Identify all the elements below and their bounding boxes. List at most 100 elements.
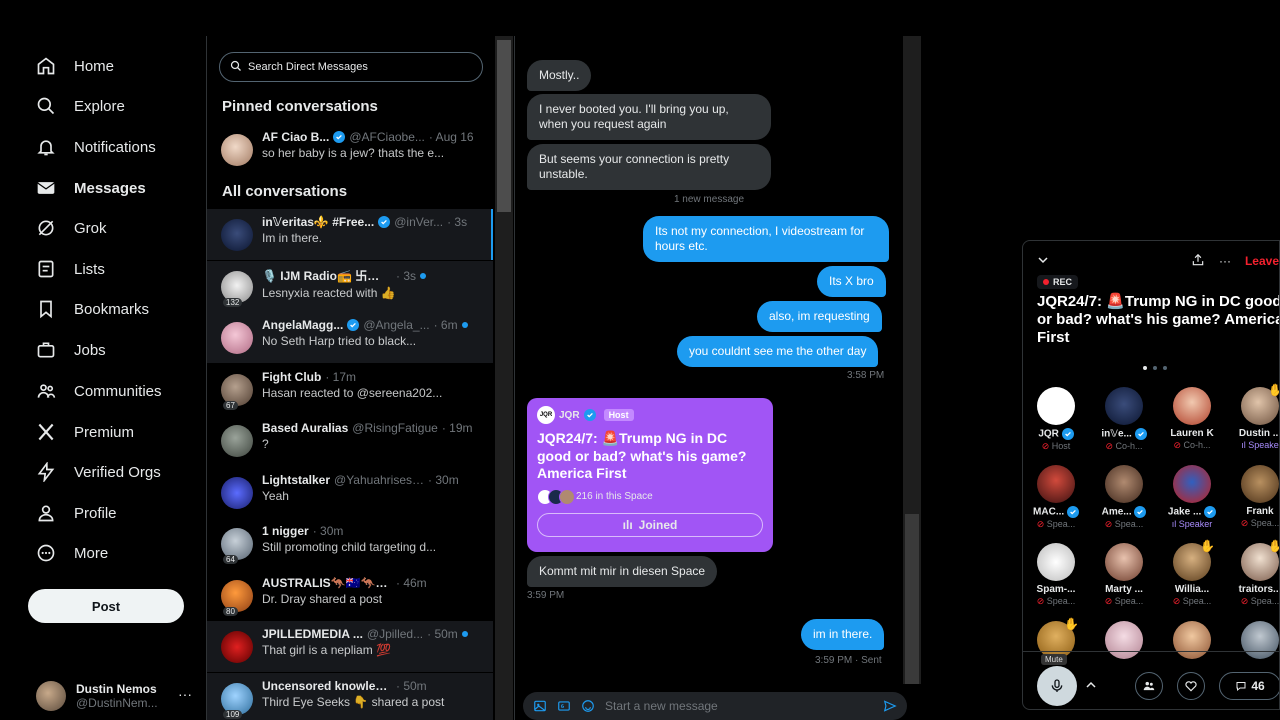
conversation-name: 🎙️ IJM Radio📻 卐☯️☦️✝️...: [262, 269, 392, 283]
avatar: [221, 631, 253, 663]
avatar: [221, 322, 253, 354]
conversation-item[interactable]: JPILLEDMEDIA ... @Jpilled... · 50m That gir…: [207, 621, 493, 672]
scrollbar[interactable]: [495, 36, 513, 720]
conversation-time: · 3s: [447, 215, 468, 229]
space-participant[interactable]: Spam-... ⊘ Spea...: [1025, 543, 1087, 607]
avatar: [1241, 465, 1279, 503]
search-input[interactable]: Search Direct Messages: [219, 52, 483, 82]
nav-messages[interactable]: Messages: [36, 173, 146, 203]
account-switcher[interactable]: Dustin Nemos @DustinNem... ···: [36, 680, 196, 712]
nav-notifications[interactable]: Notifications: [36, 132, 156, 162]
verified-icon: [1066, 506, 1079, 518]
space-participant[interactable]: in𝕍e... ⊘ Co-h...: [1093, 387, 1155, 452]
conversation-item[interactable]: in𝕍eritas⚜️ #Free... @inVer... · 3s Im in t…: [207, 209, 493, 260]
conversation-time: · 6m: [433, 318, 458, 332]
avatar: [221, 134, 253, 166]
avatar: [1037, 465, 1075, 503]
conversation-name: AngelaMagg...: [262, 318, 344, 332]
member-count-badge: 67: [223, 401, 238, 410]
nav-more[interactable]: More: [36, 538, 108, 568]
verified-icon: [1134, 506, 1147, 518]
verified-icon: [583, 409, 596, 421]
space-participant[interactable]: ✋ traitors...⊘ Spea...: [1229, 539, 1280, 607]
nav-lists[interactable]: Lists: [36, 254, 105, 284]
conversation-preview: That girl is a nepliam 💯: [262, 643, 391, 657]
nav-profile[interactable]: Profile: [36, 498, 117, 528]
microphone-button[interactable]: [1037, 666, 1077, 706]
avatar: [1105, 465, 1143, 503]
people-button[interactable]: [1135, 672, 1163, 700]
post-button[interactable]: Post: [28, 589, 184, 623]
conversation-preview: Yeah: [262, 489, 289, 503]
nav-verified-orgs[interactable]: Verified Orgs: [36, 457, 161, 487]
left-nav: Home Explore Notifications Messages Grok…: [0, 0, 206, 720]
space-participant[interactable]: Jake ... ıl Speaker: [1161, 465, 1223, 529]
member-count-badge: 109: [223, 710, 243, 719]
more-dots-icon[interactable]: ···: [1219, 254, 1231, 268]
space-participant[interactable]: Ame... ⊘ Spea...: [1093, 465, 1155, 530]
space-participant[interactable]: MAC... ⊘ Spea...: [1025, 465, 1087, 530]
participant-role: Spea...: [1250, 596, 1280, 606]
space-participant[interactable]: Lauren K ⊘ Co-h...: [1161, 387, 1223, 451]
conversation-item[interactable]: Based Auralias @RisingFatigue · 19m?: [207, 415, 493, 466]
leave-button[interactable]: Leave: [1245, 254, 1279, 268]
message-bubble: Kommt mit mir in diesen Space: [527, 556, 718, 587]
conversation-preview: No Seth Harp tried to black...: [262, 334, 417, 348]
space-participant[interactable]: ✋Dustin ...ıl Speake: [1229, 383, 1279, 450]
space-participant[interactable]: ✋ Willia... ⊘ Spea...: [1161, 539, 1223, 607]
gif-icon[interactable]: [557, 699, 571, 713]
mic-muted-icon: ⊘: [1036, 596, 1047, 606]
pinned-conversation[interactable]: AF Ciao B... @AFCiaobe... · Aug 16 so he…: [207, 124, 493, 175]
mic-muted-icon: ⊘: [1172, 596, 1183, 606]
avatar: [1105, 387, 1143, 425]
add-reaction-button[interactable]: [1177, 672, 1205, 700]
conversation-name: Fight Club: [262, 370, 322, 384]
send-icon[interactable]: [883, 699, 897, 713]
people-icon: [1143, 681, 1155, 691]
nav-premium[interactable]: Premium: [36, 417, 134, 447]
emoji-icon[interactable]: [581, 699, 595, 713]
message-timestamp: 3:58 PM: [847, 370, 885, 381]
nav-grok[interactable]: Grok: [36, 213, 107, 243]
collapse-chevron-icon[interactable]: [1037, 254, 1049, 269]
conversation-item[interactable]: 80 AUSTRALIS🦘🇦🇺🦘🌈... · 46m Dr. Dray shared …: [207, 570, 493, 621]
conversation-preview: Lesnyxia reacted with 👍: [262, 286, 396, 300]
conversation-name: JPILLEDMEDIA ...: [262, 627, 363, 641]
message-bubble: But seems your connection is pretty unst…: [527, 144, 771, 190]
space-card[interactable]: JQR JQR Host JQR24/7: 🚨Trump NG in DC go…: [527, 398, 773, 552]
conversation-item[interactable]: 109 Uncensored knowledge Clu... · 50m Third…: [207, 673, 493, 720]
chat-panel: Mostly.. I never booted you. I'll bring …: [514, 36, 921, 720]
scrollbar[interactable]: [903, 36, 921, 684]
conversation-item[interactable]: 132 🎙️ IJM Radio📻 卐☯️☦️✝️... · 3sLesnyxia …: [207, 261, 493, 312]
conversation-item[interactable]: 67 Fight Club · 17m Hasan reacted to @seree…: [207, 364, 493, 415]
nav-home[interactable]: Home: [36, 51, 114, 81]
raised-hand-icon: ✋: [1268, 383, 1279, 397]
space-participant[interactable]: Frank ⊘ Spea...: [1229, 465, 1279, 529]
nav-communities[interactable]: Communities: [36, 376, 162, 406]
chevron-up-icon[interactable]: [1085, 678, 1097, 696]
participant-role: Co-h...: [1183, 440, 1211, 450]
conversation-item[interactable]: Lightstalker @Yahuahrises82 · 30m Yeah: [207, 467, 493, 518]
image-icon[interactable]: [533, 699, 547, 713]
space-participant[interactable]: JQR ⊘ Host: [1025, 387, 1087, 452]
comments-button[interactable]: 46: [1219, 672, 1279, 700]
conversation-item[interactable]: 64 1 nigger · 30m Still promoting child tar…: [207, 518, 493, 569]
participant-role: Host: [1051, 441, 1071, 451]
avatar: 64: [221, 528, 253, 564]
message-timestamp: 3:59 PM · Sent: [815, 655, 882, 666]
nav-bookmarks-label: Bookmarks: [74, 300, 150, 318]
nav-premium-label: Premium: [74, 423, 135, 441]
share-icon[interactable]: [1191, 253, 1205, 270]
message-bubble: im in there.: [801, 619, 885, 650]
joined-button[interactable]: ılı Joined: [537, 512, 763, 537]
mute-tooltip: Mute: [1041, 654, 1067, 665]
nav-jobs[interactable]: Jobs: [36, 335, 106, 365]
nav-explore[interactable]: Explore: [36, 91, 125, 121]
message-composer[interactable]: Start a new message: [523, 692, 907, 720]
space-participant[interactable]: Marty ... ⊘ Spea...: [1093, 543, 1155, 607]
nav-bookmarks[interactable]: Bookmarks: [36, 294, 149, 324]
conversation-item[interactable]: AngelaMagg... @Angela_... · 6m No Seth Harp…: [207, 312, 493, 363]
bell-icon: [36, 137, 56, 157]
participant-name: Jake ...: [1167, 506, 1202, 518]
conversation-preview: Third Eye Seeks 👇 shared a post: [262, 695, 445, 709]
